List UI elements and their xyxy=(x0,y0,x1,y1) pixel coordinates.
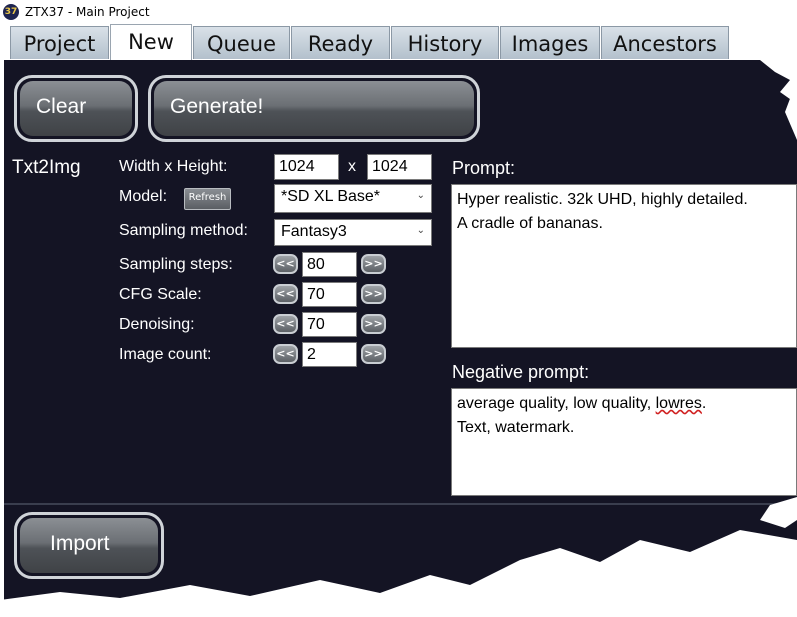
count-increase-button[interactable]: >> xyxy=(361,344,386,364)
tab-ready[interactable]: Ready xyxy=(291,26,390,59)
section-label: Txt2Img xyxy=(12,157,81,178)
tab-bar: Project New Queue Ready History Images A… xyxy=(0,24,797,60)
model-select[interactable]: *SD XL Base* ⌄ xyxy=(274,184,432,213)
sampling-method-label: Sampling method: xyxy=(119,222,248,239)
prompt-line-2: A cradle of bananas. xyxy=(457,215,603,232)
cfg-decrease-button[interactable]: << xyxy=(273,284,298,304)
sampling-method-select[interactable]: Fantasy3 ⌄ xyxy=(274,219,432,246)
denoising-input[interactable]: 70 xyxy=(302,312,357,337)
negative-text-a: average quality, low quality, xyxy=(457,395,656,412)
negative-prompt-textarea[interactable]: average quality, low quality, lowres. Tex… xyxy=(451,388,797,496)
negative-prompt-label: Negative prompt: xyxy=(452,362,590,382)
tab-images[interactable]: Images xyxy=(500,26,600,59)
generate-button[interactable]: Generate! xyxy=(148,75,480,142)
denoising-label: Denoising: xyxy=(119,316,195,333)
chevron-down-icon: ⌄ xyxy=(416,225,425,236)
height-input[interactable]: 1024 xyxy=(367,154,432,180)
title-bar: 37 ZTX37 - Main Project xyxy=(0,0,797,24)
negative-line-1: average quality, low quality, lowres. xyxy=(457,392,791,416)
import-button-label: Import xyxy=(20,518,158,573)
negative-text-b: . xyxy=(701,395,707,412)
size-label: Width x Height: xyxy=(119,158,228,175)
denoise-increase-button[interactable]: >> xyxy=(361,314,386,334)
image-count-label: Image count: xyxy=(119,346,212,363)
clear-button[interactable]: Clear xyxy=(14,75,138,142)
prompt-line-1: Hyper realistic. 32k UHD, highly detaile… xyxy=(457,191,748,208)
denoise-decrease-button[interactable]: << xyxy=(273,314,298,334)
prompt-textarea[interactable]: Hyper realistic. 32k UHD, highly detaile… xyxy=(451,184,797,348)
size-separator: x xyxy=(348,158,356,175)
generate-button-label: Generate! xyxy=(154,81,474,136)
width-input[interactable]: 1024 xyxy=(274,154,339,180)
import-button[interactable]: Import xyxy=(14,512,164,579)
sampling-steps-input[interactable]: 80 xyxy=(302,252,357,277)
misspelled-word: lowres xyxy=(655,395,702,412)
app-logo-icon: 37 xyxy=(3,4,19,20)
tab-history[interactable]: History xyxy=(391,26,499,59)
clear-button-label: Clear xyxy=(20,81,132,136)
window-title: ZTX37 - Main Project xyxy=(25,5,150,19)
steps-decrease-button[interactable]: << xyxy=(273,254,298,274)
cfg-increase-button[interactable]: >> xyxy=(361,284,386,304)
tab-project[interactable]: Project xyxy=(10,26,109,59)
tab-queue[interactable]: Queue xyxy=(193,26,290,59)
sampling-steps-label: Sampling steps: xyxy=(119,256,233,273)
cfg-scale-input[interactable]: 70 xyxy=(302,282,357,307)
refresh-button[interactable]: Refresh xyxy=(184,188,231,210)
prompt-label: Prompt: xyxy=(452,158,516,178)
count-decrease-button[interactable]: << xyxy=(273,344,298,364)
tab-ancestors[interactable]: Ancestors xyxy=(601,26,729,59)
cfg-scale-label: CFG Scale: xyxy=(119,286,202,303)
tab-new[interactable]: New xyxy=(110,24,192,60)
sampling-method-value: Fantasy3 xyxy=(281,223,347,240)
model-label: Model: xyxy=(119,188,168,205)
image-count-input[interactable]: 2 xyxy=(302,342,357,367)
footer-divider xyxy=(4,503,797,505)
steps-increase-button[interactable]: >> xyxy=(361,254,386,274)
model-select-value: *SD XL Base* xyxy=(281,188,381,205)
negative-line-2: Text, watermark. xyxy=(457,419,575,436)
chevron-down-icon: ⌄ xyxy=(416,190,425,201)
